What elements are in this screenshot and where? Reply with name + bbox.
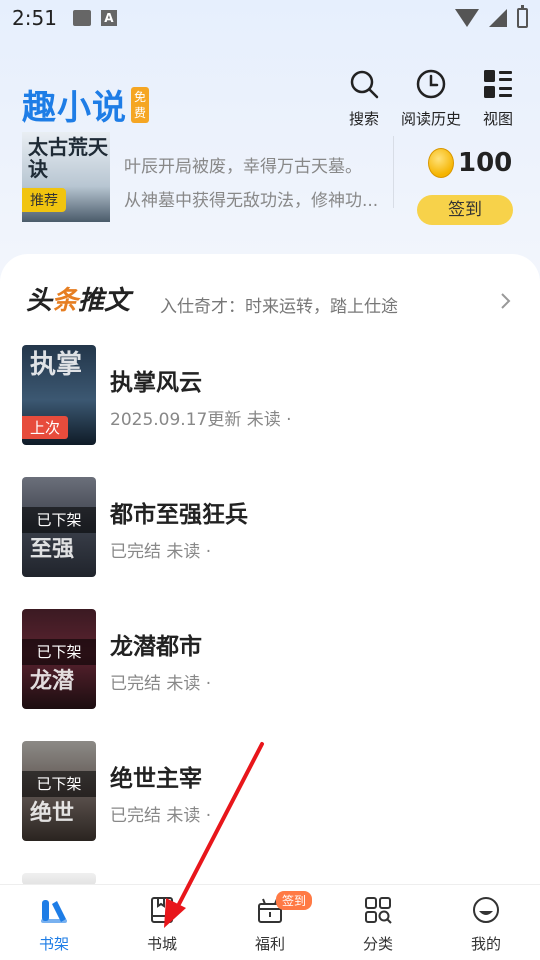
category-icon bbox=[365, 897, 392, 924]
status-bar: 2:51 A bbox=[0, 0, 540, 36]
logo-text: 趣小说 bbox=[22, 88, 127, 128]
bottom-navigation: 书架 书城 签到 福利 分类 我的 bbox=[0, 884, 540, 960]
battery-icon bbox=[517, 5, 528, 28]
recommended-book-cover[interactable]: 太古荒天诀 推荐 bbox=[22, 132, 110, 222]
coin-balance: 100 bbox=[428, 148, 512, 178]
book-meta: 已完结 未读 · bbox=[110, 542, 212, 562]
book-cover: 绝世 已下架 bbox=[22, 741, 96, 841]
book-item[interactable]: 绝世 已下架 绝世主宰 已完结 未读 · bbox=[22, 741, 522, 841]
a-notification-icon: A bbox=[100, 10, 117, 26]
section-title: 头 条 推文 bbox=[26, 280, 130, 317]
book-item[interactable]: 龙潜 已下架 龙潜都市 已完结 未读 · bbox=[22, 609, 522, 709]
nav-welfare[interactable]: 签到 福利 bbox=[216, 885, 324, 960]
removed-overlay: 已下架 bbox=[22, 639, 96, 665]
book-cover: 至强 已下架 bbox=[22, 477, 96, 577]
wifi-icon bbox=[455, 9, 479, 27]
clock-icon bbox=[416, 69, 446, 99]
view-grid-icon bbox=[484, 70, 512, 98]
nav-bookshelf[interactable]: 书架 bbox=[0, 885, 108, 960]
coin-count: 100 bbox=[458, 148, 513, 178]
view-label: 视图 bbox=[482, 110, 513, 128]
removed-overlay: 已下架 bbox=[22, 771, 96, 797]
nav-bookstore[interactable]: 书城 bbox=[108, 885, 216, 960]
search-button[interactable]: 搜索 bbox=[332, 68, 396, 129]
nav-bookstore-label: 书城 bbox=[146, 935, 177, 953]
history-label: 阅读历史 bbox=[400, 110, 461, 128]
header-actions: 搜索 阅读历史 视图 bbox=[332, 68, 530, 129]
search-label: 搜索 bbox=[348, 110, 379, 128]
logo-free-badge: 免费 bbox=[131, 86, 149, 123]
book-title: 执掌风云 bbox=[110, 370, 202, 396]
cover-art-text: 绝世 bbox=[30, 800, 75, 826]
last-read-badge: 上次 bbox=[22, 416, 69, 439]
book-item[interactable]: 执掌 上次 执掌风云 2025.09.17更新 未读 · bbox=[22, 345, 522, 445]
removed-overlay: 已下架 bbox=[22, 507, 96, 533]
signal-icon bbox=[489, 9, 507, 27]
recommend-description-line2[interactable]: 从神墓中获得无敌功法，修神功... bbox=[124, 186, 378, 211]
cover-art-text: 龙潜 bbox=[30, 668, 75, 694]
status-time: 2:51 bbox=[12, 6, 57, 30]
book-item[interactable]: 至强 已下架 都市至强狂兵 已完结 未读 · bbox=[22, 477, 522, 577]
section-subtitle[interactable]: 入仕奇才：时来运转，踏上仕途 bbox=[160, 292, 398, 317]
coin-icon bbox=[428, 148, 454, 178]
profile-icon bbox=[473, 897, 499, 923]
nav-profile[interactable]: 我的 bbox=[432, 885, 540, 960]
view-button[interactable]: 视图 bbox=[466, 68, 530, 129]
nav-category-label: 分类 bbox=[362, 935, 393, 953]
book-title: 都市至强狂兵 bbox=[110, 502, 248, 528]
image-notification-icon bbox=[72, 10, 91, 26]
book-title: 龙潜都市 bbox=[110, 634, 202, 660]
book-meta: 2025.09.17更新 未读 · bbox=[110, 410, 292, 430]
book-title: 绝世主宰 bbox=[110, 766, 202, 792]
bookshelf-icon bbox=[41, 900, 67, 923]
bookstore-icon bbox=[151, 897, 173, 923]
cover-art-text: 至强 bbox=[30, 536, 75, 562]
cover-art-text: 执掌 bbox=[30, 350, 83, 380]
app-logo: 趣小说 免费 bbox=[22, 80, 149, 129]
book-meta: 已完结 未读 · bbox=[110, 806, 212, 826]
book-cover: 龙潜 已下架 bbox=[22, 609, 96, 709]
recommend-description-line1[interactable]: 叶辰开局被废，幸得万古天墓。 bbox=[124, 152, 362, 177]
nav-profile-label: 我的 bbox=[470, 935, 501, 953]
section-title-part1: 头 bbox=[26, 286, 53, 316]
history-button[interactable]: 阅读历史 bbox=[396, 68, 466, 129]
chevron-right-icon[interactable] bbox=[500, 291, 512, 311]
signin-badge: 签到 bbox=[276, 891, 313, 910]
search-icon bbox=[350, 70, 379, 99]
section-title-part2: 条 bbox=[52, 286, 79, 316]
nav-bookshelf-label: 书架 bbox=[38, 935, 69, 953]
book-meta: 已完结 未读 · bbox=[110, 674, 212, 694]
nav-category[interactable]: 分类 bbox=[324, 885, 432, 960]
nav-welfare-label: 福利 bbox=[254, 935, 285, 953]
recommended-cover-title: 太古荒天诀 bbox=[28, 135, 108, 181]
section-title-part3: 推文 bbox=[78, 286, 131, 316]
book-cover: 执掌 上次 bbox=[22, 345, 96, 445]
divider bbox=[393, 136, 394, 208]
recommend-tag: 推荐 bbox=[22, 188, 66, 212]
signin-button[interactable]: 签到 bbox=[417, 195, 513, 225]
